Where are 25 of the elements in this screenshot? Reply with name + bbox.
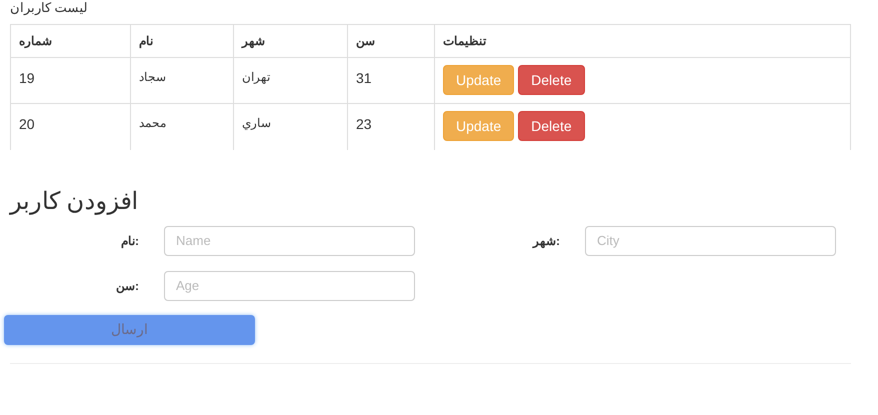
delete-button[interactable]: Delete bbox=[518, 111, 585, 141]
input-field[interactable]: Age bbox=[164, 270, 415, 300]
table-cell: تهران bbox=[242, 70, 270, 84]
field-label: نام: bbox=[121, 232, 139, 250]
table-cell: 20 bbox=[19, 116, 35, 132]
column-header: شهر bbox=[242, 34, 265, 48]
field-label: شهر: bbox=[533, 232, 560, 250]
input-field[interactable]: City bbox=[585, 226, 836, 256]
table-cell: محمد bbox=[139, 116, 166, 130]
table-cell: 31 bbox=[356, 70, 372, 86]
column-header: شماره bbox=[19, 34, 52, 48]
delete-button[interactable]: Delete bbox=[518, 65, 585, 95]
table-cell: سجاد bbox=[139, 70, 166, 84]
table-cell: 19 bbox=[19, 70, 35, 86]
update-button[interactable]: Update bbox=[443, 65, 514, 95]
field-label: سن: bbox=[116, 278, 139, 294]
list-title: لیست کاربران bbox=[10, 0, 88, 15]
column-header: تنظیمات bbox=[443, 34, 486, 48]
input-field[interactable]: Name bbox=[164, 226, 415, 256]
form-title: افزودن کاربر bbox=[10, 188, 139, 216]
column-header: نام bbox=[139, 34, 153, 48]
column-header: سن bbox=[356, 34, 375, 48]
table-cell: 23 bbox=[356, 116, 372, 132]
table-cell: ساري bbox=[242, 116, 271, 130]
update-button[interactable]: Update bbox=[443, 111, 514, 141]
